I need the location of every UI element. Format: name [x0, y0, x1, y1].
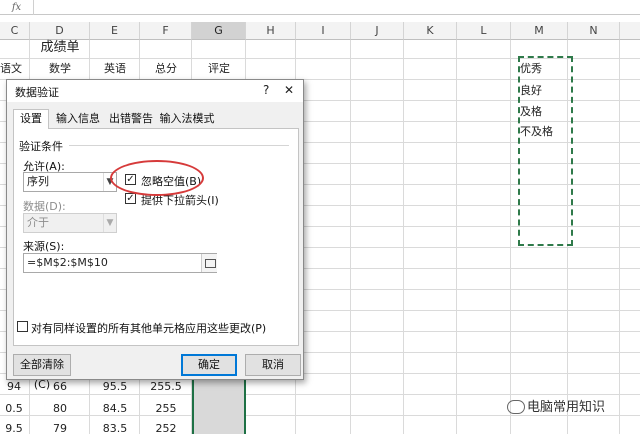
data-label: 数据(D): — [23, 200, 66, 213]
cancel-button[interactable]: 取消 — [245, 354, 301, 376]
section-divider — [69, 145, 289, 146]
close-icon[interactable]: ✕ — [284, 83, 294, 97]
copy-marquee — [518, 56, 573, 246]
help-icon[interactable]: ? — [263, 83, 269, 97]
cell-f-row3[interactable]: 252 — [140, 418, 192, 440]
column-header-e[interactable]: E — [90, 22, 140, 40]
range-picker-icon[interactable] — [201, 254, 217, 272]
ok-button[interactable]: 确定 — [181, 354, 237, 376]
sheet-title: 成绩单 — [40, 40, 80, 55]
watermark-text: 电脑常用知识 — [527, 400, 606, 415]
column-header-h[interactable]: H — [246, 22, 296, 40]
column-header-l[interactable]: L — [457, 22, 511, 40]
tab-error-alert[interactable]: 出错警告 — [107, 110, 155, 128]
cell-c-row2[interactable]: 0.5 — [0, 398, 28, 420]
column-header-k[interactable]: K — [404, 22, 457, 40]
header-cell-english[interactable]: 英语 — [90, 58, 140, 80]
clear-all-button[interactable]: 全部清除(C) — [13, 354, 71, 391]
section-validation-criteria: 验证条件 — [19, 140, 63, 153]
source-input[interactable]: =$M$2:$M$10 — [23, 253, 217, 273]
data-validation-dialog: 数据验证 ? ✕ 设置 输入信息 出错警告 输入法模式 验证条件 允许(A): … — [6, 79, 304, 391]
column-header-g[interactable]: G — [192, 22, 246, 40]
cell-d-row3[interactable]: 79 — [30, 418, 90, 440]
tab-input-message[interactable]: 输入信息 — [53, 110, 103, 128]
column-header-j[interactable]: J — [351, 22, 404, 40]
cell-d-row2[interactable]: 80 — [30, 398, 90, 420]
apply-all-label[interactable]: 对有同样设置的所有其他单元格应用这些更改(P) — [31, 320, 266, 336]
dialog-title: 数据验证 — [15, 86, 59, 99]
source-label: 来源(S): — [23, 240, 65, 253]
source-input-value: =$M$2:$M$10 — [27, 256, 108, 269]
header-cell-total[interactable]: 总分 — [140, 58, 192, 80]
cell-f-row2[interactable]: 255 — [140, 398, 192, 420]
apply-all-checkbox[interactable] — [17, 321, 28, 332]
highlight-oval — [110, 160, 204, 196]
allow-select-value: 序列 — [27, 175, 49, 188]
data-chevron-down-icon[interactable]: ▼ — [103, 214, 116, 232]
tab-ime-mode[interactable]: 输入法模式 — [157, 110, 217, 128]
column-header-n[interactable]: N — [568, 22, 620, 40]
column-header-i[interactable]: I — [296, 22, 351, 40]
header-cell-grade[interactable]: 评定 — [192, 58, 246, 80]
data-select-value: 介于 — [27, 216, 49, 229]
column-header-m[interactable]: M — [511, 22, 568, 40]
column-header-c[interactable]: C — [0, 22, 30, 40]
header-cell-math[interactable]: 数学 — [30, 58, 90, 80]
dropdown-arrow-checkbox[interactable]: ✓ — [125, 193, 136, 204]
tab-settings[interactable]: 设置 — [13, 109, 49, 129]
cell-e-row2[interactable]: 84.5 — [90, 398, 140, 420]
formula-bar[interactable] — [0, 0, 640, 15]
cell-e-row3[interactable]: 83.5 — [90, 418, 140, 440]
cell-c-row3[interactable]: 9.5 — [0, 418, 28, 440]
fx-icon[interactable]: fx — [0, 0, 34, 15]
column-header-f[interactable]: F — [140, 22, 192, 40]
header-cell-chinese[interactable]: 语文 — [0, 58, 28, 80]
